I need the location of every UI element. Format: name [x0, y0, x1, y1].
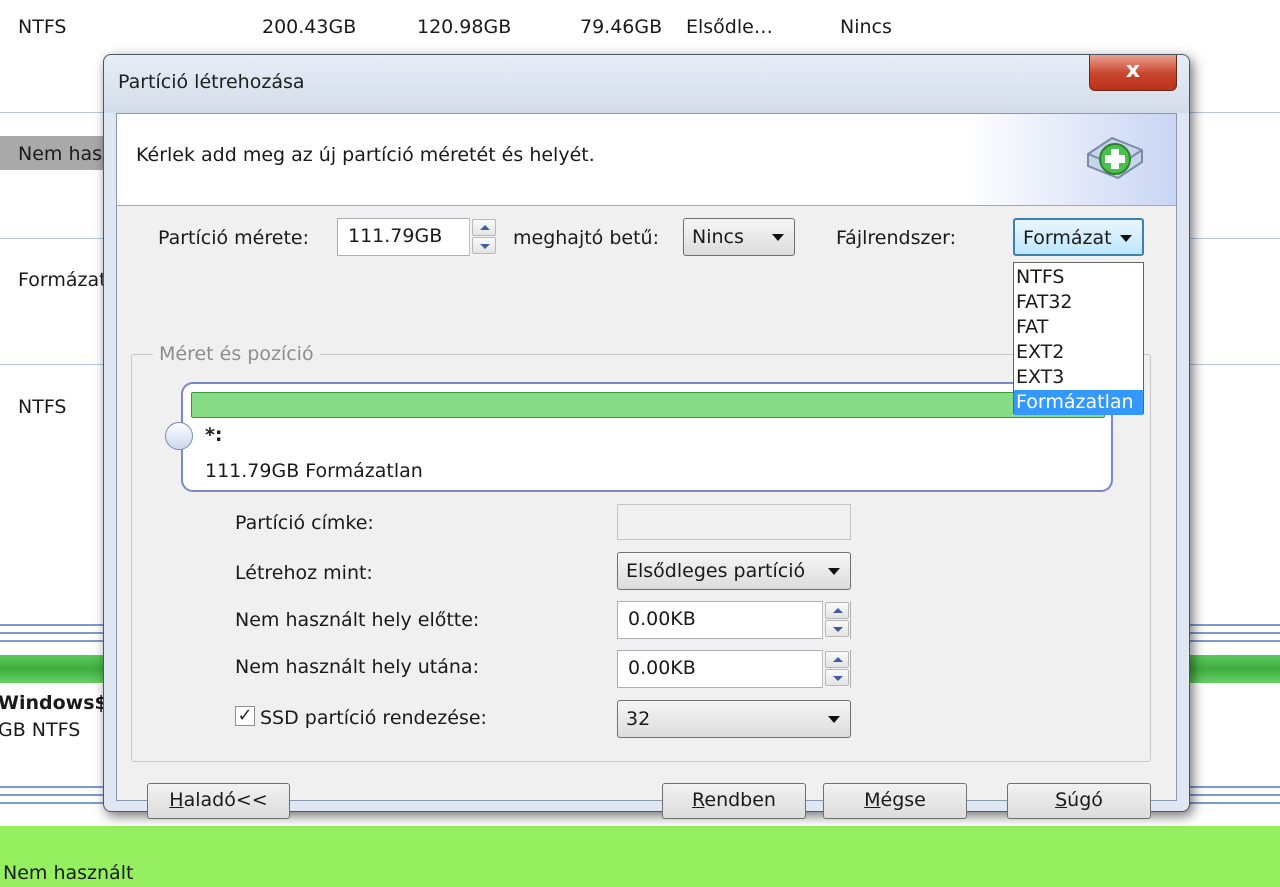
ok-button-mnemonic: R	[692, 789, 705, 811]
partition-size-stepper[interactable]	[469, 218, 497, 256]
cell-used: 120.98GB	[417, 16, 512, 38]
drive-letter-label: meghajtó betű:	[513, 227, 659, 249]
drive-letter-select[interactable]: Nincs	[683, 218, 795, 256]
filesystem-label: Fájlrendszer:	[836, 227, 957, 249]
size-position-group-title: Méret és pozíció	[153, 343, 320, 365]
ok-button-label: endben	[704, 789, 776, 811]
filesystem-option[interactable]: NTFS	[1014, 265, 1143, 290]
decrement-arrow-icon[interactable]	[825, 669, 849, 686]
unused-before-stepper[interactable]	[822, 601, 850, 639]
create-partition-dialog: Partíció létrehozása x Kérlek add meg az…	[103, 54, 1190, 819]
advanced-button[interactable]: Haladó<<	[147, 783, 290, 819]
ssd-align-checkbox[interactable]: ✓	[235, 706, 255, 726]
instruction-text: Kérlek add meg az új partíció méretét és…	[136, 144, 595, 166]
ok-button[interactable]: Rendben	[662, 783, 806, 819]
unallocated-block[interactable]: Nem használt	[0, 826, 1280, 887]
cell-capacity: 200.43GB	[262, 16, 357, 38]
cell-unused: 79.46GB	[580, 16, 663, 38]
disk-partition-detail: GB NTFS	[0, 719, 81, 741]
help-button-label: úgó	[1067, 789, 1103, 811]
close-icon: x	[1125, 58, 1141, 83]
disk-partition-name: Windows$	[0, 692, 108, 714]
unused-before-value: 0.00KB	[628, 608, 696, 630]
add-partition-icon	[1082, 132, 1148, 189]
dialog-client-area: Kérlek add meg az új partíció méretét és…	[116, 113, 1177, 819]
create-as-label: Létrehoz mint:	[235, 562, 373, 584]
create-as-select[interactable]: Elsődleges partíció	[617, 552, 851, 590]
filesystem-option[interactable]: EXT2	[1014, 340, 1143, 365]
chevron-down-icon	[828, 716, 840, 723]
ssd-align-value: 32	[626, 708, 651, 730]
filesystem-option[interactable]: Formázatlan	[1014, 390, 1143, 415]
filesystem-select[interactable]: Formázat	[1013, 218, 1144, 256]
chevron-down-icon	[772, 234, 784, 241]
partition-drive-name: *:	[205, 424, 223, 446]
partition-size-text: 111.79GB Formázatlan	[205, 460, 423, 482]
filesystem-option[interactable]: FAT32	[1014, 290, 1143, 315]
chevron-down-icon	[828, 568, 840, 575]
partition-label-field[interactable]	[617, 504, 851, 540]
unused-before-field[interactable]: 0.00KB	[617, 601, 851, 639]
close-button[interactable]: x	[1089, 55, 1177, 91]
cancel-button-mnemonic: M	[864, 789, 881, 811]
partition-size-value: 111.79GB	[348, 225, 443, 247]
unused-after-stepper[interactable]	[822, 650, 850, 688]
partition-label-label: Partíció címke:	[235, 512, 374, 534]
advanced-button-label: aladó<<	[183, 789, 268, 811]
partition-size-bar[interactable]	[191, 392, 1105, 418]
ssd-align-select[interactable]: 32	[617, 700, 851, 738]
dialog-title: Partíció létrehozása	[118, 71, 305, 93]
cell-status: Nincs	[840, 16, 892, 38]
increment-arrow-icon[interactable]	[825, 602, 849, 619]
dialog-header: Kérlek add meg az új partíció méretét és…	[117, 114, 1176, 206]
increment-arrow-icon[interactable]	[825, 651, 849, 668]
unused-after-field[interactable]: 0.00KB	[617, 650, 851, 688]
cell-type: Elsődle…	[686, 16, 773, 38]
checkmark-icon: ✓	[237, 705, 253, 726]
unused-after-label: Nem használt hely utána:	[235, 656, 479, 678]
advanced-button-mnemonic: H	[169, 789, 184, 811]
side-item-unused[interactable]: Nem hasz	[18, 143, 112, 165]
help-button-mnemonic: S	[1055, 789, 1068, 811]
side-item-unformatted[interactable]: Formázat	[18, 269, 107, 291]
dialog-titlebar[interactable]: Partíció létrehozása x	[104, 55, 1189, 113]
decrement-arrow-icon[interactable]	[472, 237, 496, 254]
filesystem-option[interactable]: FAT	[1014, 315, 1143, 340]
chevron-down-icon	[1120, 235, 1132, 242]
resize-handle-icon[interactable]	[165, 422, 193, 450]
filesystem-option[interactable]: EXT3	[1014, 365, 1143, 390]
filesystem-dropdown-list: NTFS FAT32 FAT EXT2 EXT3 Formázatlan	[1013, 262, 1144, 415]
create-as-value: Elsődleges partíció	[626, 560, 806, 582]
cancel-button-label: égse	[880, 789, 926, 811]
increment-arrow-icon[interactable]	[472, 219, 496, 236]
decrement-arrow-icon[interactable]	[825, 620, 849, 637]
partition-size-label: Partíció mérete:	[158, 227, 309, 249]
cancel-button[interactable]: Mégse	[823, 783, 967, 819]
unused-before-label: Nem használt hely előtte:	[235, 609, 480, 631]
unallocated-label: Nem használt	[3, 862, 134, 884]
help-button[interactable]: Súgó	[1007, 783, 1151, 819]
drive-letter-value: Nincs	[692, 226, 744, 248]
filesystem-value: Formázat	[1023, 227, 1112, 249]
unused-after-value: 0.00KB	[628, 657, 696, 679]
side-item-ntfs[interactable]: NTFS	[18, 396, 66, 418]
cell-filesystem: NTFS	[18, 16, 67, 38]
ssd-align-label: SSD partíció rendezése:	[260, 707, 487, 729]
